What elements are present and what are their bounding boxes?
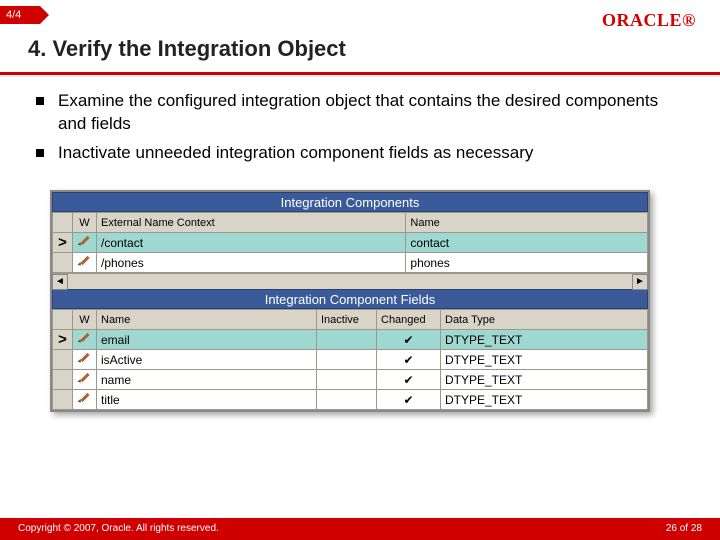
footer-bar: Copyright © 2007, Oracle. All rights res…: [0, 518, 720, 540]
row-selector[interactable]: [53, 370, 73, 390]
header-datatype[interactable]: Data Type: [441, 310, 648, 330]
cell-changed[interactable]: ✔: [377, 370, 441, 390]
row-selector[interactable]: [53, 350, 73, 370]
slide-title: 4. Verify the Integration Object: [28, 36, 346, 62]
bullet-list: Examine the configured integration objec…: [36, 90, 676, 171]
pencil-icon: [79, 255, 91, 267]
cell-inactive[interactable]: [317, 350, 377, 370]
header-name[interactable]: Name: [406, 213, 648, 233]
header-external-name[interactable]: External Name Context: [97, 213, 406, 233]
pencil-icon: [79, 332, 91, 344]
header-changed[interactable]: Changed: [377, 310, 441, 330]
bullet-item: Examine the configured integration objec…: [36, 90, 676, 136]
table-row[interactable]: > email ✔ DTYPE_TEXT: [53, 330, 648, 350]
table-row[interactable]: name ✔ DTYPE_TEXT: [53, 370, 648, 390]
cell-changed[interactable]: ✔: [377, 330, 441, 350]
panel1-title: Integration Components: [52, 192, 648, 212]
header-name[interactable]: Name: [97, 310, 317, 330]
header-inactive[interactable]: Inactive: [317, 310, 377, 330]
cell-inactive[interactable]: [317, 390, 377, 410]
cell-datatype[interactable]: DTYPE_TEXT: [441, 350, 648, 370]
cell-changed[interactable]: ✔: [377, 390, 441, 410]
progress-tab: 4/4: [0, 6, 40, 24]
edit-cell[interactable]: [73, 370, 97, 390]
scroll-left-button[interactable]: ◄: [52, 274, 68, 290]
oracle-logo: ORACLE®: [602, 10, 696, 31]
components-table[interactable]: W External Name Context Name > /contact …: [52, 212, 648, 273]
cell-name[interactable]: title: [97, 390, 317, 410]
cell-inactive[interactable]: [317, 370, 377, 390]
cell-name[interactable]: name: [97, 370, 317, 390]
header-row: W External Name Context Name: [53, 213, 648, 233]
table-row[interactable]: /phones phones: [53, 253, 648, 273]
cell-name[interactable]: email: [97, 330, 317, 350]
header-row: W Name Inactive Changed Data Type: [53, 310, 648, 330]
cell-changed[interactable]: ✔: [377, 350, 441, 370]
page-number: 26 of 28: [666, 518, 702, 540]
fields-table[interactable]: W Name Inactive Changed Data Type > emai…: [52, 309, 648, 410]
header-blank: [53, 310, 73, 330]
edit-cell[interactable]: [73, 330, 97, 350]
table-row[interactable]: title ✔ DTYPE_TEXT: [53, 390, 648, 410]
horizontal-scrollbar[interactable]: ◄ ►: [52, 273, 648, 289]
pencil-icon: [79, 235, 91, 247]
row-selector[interactable]: [53, 253, 73, 273]
table-row[interactable]: isActive ✔ DTYPE_TEXT: [53, 350, 648, 370]
panel2-title: Integration Component Fields: [52, 289, 648, 309]
screenshot-container: Integration Components W External Name C…: [50, 190, 650, 412]
cell-datatype[interactable]: DTYPE_TEXT: [441, 370, 648, 390]
cell-datatype[interactable]: DTYPE_TEXT: [441, 330, 648, 350]
row-selector[interactable]: [53, 390, 73, 410]
copyright-text: Copyright © 2007, Oracle. All rights res…: [18, 518, 219, 540]
edit-cell[interactable]: [73, 253, 97, 273]
header-w[interactable]: W: [73, 213, 97, 233]
edit-cell[interactable]: [73, 233, 97, 253]
scroll-right-button[interactable]: ►: [632, 274, 648, 290]
edit-cell[interactable]: [73, 390, 97, 410]
red-separator: [0, 72, 720, 75]
cell-name[interactable]: phones: [406, 253, 648, 273]
pencil-icon: [79, 372, 91, 384]
cell-external-name[interactable]: /phones: [97, 253, 406, 273]
cell-datatype[interactable]: DTYPE_TEXT: [441, 390, 648, 410]
cell-inactive[interactable]: [317, 330, 377, 350]
row-selector[interactable]: >: [53, 330, 73, 350]
pencil-icon: [79, 352, 91, 364]
row-selector[interactable]: >: [53, 233, 73, 253]
header-blank: [53, 213, 73, 233]
integration-components-panel: Integration Components W External Name C…: [52, 192, 648, 289]
header-w[interactable]: W: [73, 310, 97, 330]
caret-icon: >: [53, 331, 72, 349]
cell-external-name[interactable]: /contact: [97, 233, 406, 253]
pencil-icon: [79, 392, 91, 404]
bullet-item: Inactivate unneeded integration componen…: [36, 142, 676, 165]
cell-name[interactable]: contact: [406, 233, 648, 253]
caret-icon: >: [53, 234, 72, 252]
table-row[interactable]: > /contact contact: [53, 233, 648, 253]
integration-component-fields-panel: Integration Component Fields W Name Inac…: [52, 289, 648, 410]
edit-cell[interactable]: [73, 350, 97, 370]
cell-name[interactable]: isActive: [97, 350, 317, 370]
